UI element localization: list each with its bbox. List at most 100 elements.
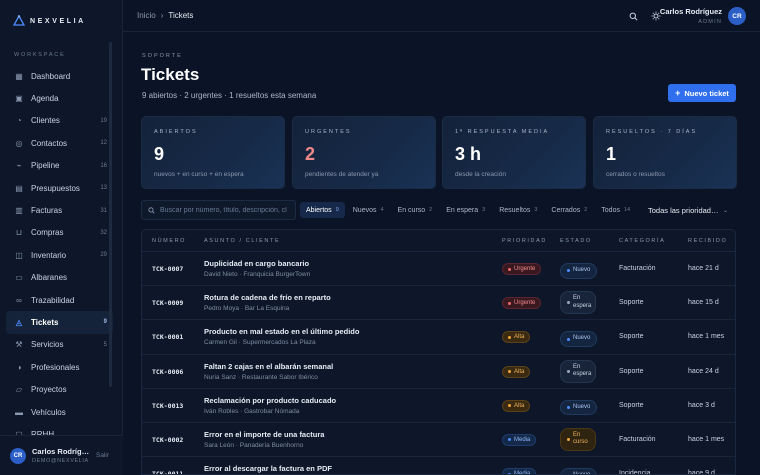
- table-row[interactable]: TCK-0002 Error en el importe de una factu…: [142, 423, 735, 458]
- stat-value: 2: [305, 144, 316, 164]
- stat-label: RESUELTOS · 7 DÍAS: [606, 129, 698, 135]
- sidebar-item-tickets[interactable]: ◬ Tickets 9: [6, 311, 113, 334]
- tab-resueltos[interactable]: Resueltos 3: [493, 202, 543, 218]
- ticket-received: hace 3 d: [688, 401, 715, 409]
- ticket-subject[interactable]: Error al descargar la factura en PDF: [204, 464, 494, 473]
- sidebar-scrollbar[interactable]: [109, 42, 112, 387]
- col-header-priority[interactable]: PRIORIDAD: [502, 238, 547, 244]
- status-cell: En curso: [560, 427, 596, 451]
- ticket-number[interactable]: TCK-0002: [152, 436, 183, 444]
- search-icon: [148, 206, 155, 214]
- ticket-number[interactable]: TCK-0007: [152, 265, 183, 273]
- priority-select[interactable]: Todas las prioridad… ⌄: [642, 200, 736, 220]
- tab-en-curso[interactable]: En curso 2: [392, 202, 439, 218]
- sidebar-item-dashboard[interactable]: ▦ Dashboard: [6, 65, 113, 87]
- stat-value: 3 h: [455, 144, 482, 164]
- user-icon: ◔: [16, 116, 22, 126]
- logout-button[interactable]: Salir: [96, 452, 109, 459]
- priority-cell: Media: [502, 433, 537, 446]
- table-row[interactable]: TCK-0009 Rotura de cadena de frío en repa…: [142, 286, 735, 321]
- tab-en-espera[interactable]: En espera 3: [440, 202, 491, 218]
- sidebar-item-proyectos[interactable]: ▱ Proyectos: [6, 378, 113, 400]
- sidebar-item-facturas[interactable]: ▥ Facturas 31: [6, 199, 113, 221]
- sidebar-item-label: Proyectos: [31, 385, 67, 395]
- col-header-status[interactable]: ESTADO: [560, 238, 592, 244]
- ticket-subject[interactable]: Reclamación por producto caducado: [204, 396, 494, 405]
- tab-cerrados[interactable]: Cerrados 2: [545, 202, 593, 218]
- ticket-subject[interactable]: Duplicidad en cargo bancario: [204, 259, 494, 268]
- breadcrumb: Inicio › Tickets: [137, 11, 193, 20]
- sidebar: NEXVELIA WORKSPACE ▦ Dashboard ▣ Agenda ◔ Cli…: [0, 0, 123, 475]
- sidebar-item-count: 16: [100, 162, 107, 169]
- box-icon: ◫: [15, 250, 23, 260]
- ticket-number[interactable]: TCK-0001: [152, 333, 183, 341]
- tab-todos[interactable]: Todos 14: [595, 202, 636, 218]
- chevron-down-icon: ⌄: [722, 207, 728, 214]
- search-icon[interactable]: [626, 9, 640, 23]
- status-badge: En curso: [560, 427, 596, 451]
- sidebar-item-contactos[interactable]: ◎ Contactos 12: [6, 132, 113, 154]
- sidebar-item-clientes[interactable]: ◔ Clientes 19: [6, 110, 113, 132]
- priority-label: Urgente: [514, 300, 536, 307]
- table-row[interactable]: TCK-0001 Producto en mal estado en el últ…: [142, 320, 735, 355]
- ticket-number[interactable]: TCK-0006: [152, 368, 183, 376]
- brand[interactable]: NEXVELIA: [12, 14, 86, 28]
- ticket-subject[interactable]: Faltan 2 cajas en el albarán semanal: [204, 362, 494, 371]
- sidebar-item-label: Tickets: [31, 317, 59, 327]
- stat-card: ABIERTOS 9 nuevos + en curso + en espera: [141, 116, 285, 189]
- status-badge: En espera: [560, 359, 596, 383]
- ticket-client: Carmen Gil · Supermercados La Plaza: [204, 339, 316, 347]
- avatar[interactable]: CR: [728, 7, 746, 25]
- stat-card: URGENTES 2 pendientes de atender ya: [292, 116, 436, 189]
- sidebar-item-label: Presupuestos: [31, 183, 80, 193]
- sidebar-item-agenda[interactable]: ▣ Agenda: [6, 87, 113, 109]
- sidebar-item-trazabilidad[interactable]: ∞ Trazabilidad: [6, 289, 113, 311]
- link-icon: ∞: [16, 295, 22, 305]
- sidebar-item-albaranes[interactable]: ▭ Albaranes: [6, 267, 113, 289]
- document-icon: ▤: [15, 183, 23, 193]
- col-header-received[interactable]: RECIBIDO: [688, 238, 727, 244]
- table-row[interactable]: TCK-0006 Faltan 2 cajas en el albarán sem…: [142, 355, 735, 389]
- sidebar-item-pipeline[interactable]: ⌁ Pipeline 16: [6, 155, 113, 177]
- ticket-client: Iván Robles · Gastrobar Nómada: [204, 407, 300, 415]
- search-input[interactable]: [160, 206, 290, 214]
- table-row[interactable]: TCK-0013 Reclamación por producto caducad…: [142, 389, 735, 423]
- sidebar-item-presupuestos[interactable]: ▤ Presupuestos 13: [6, 177, 113, 199]
- tab-abiertos[interactable]: Abiertos 9: [300, 202, 345, 218]
- ticket-subject[interactable]: Error en el importe de una factura: [204, 430, 494, 439]
- avatar[interactable]: CR: [10, 447, 26, 464]
- sidebar-item-profesionales[interactable]: ◑ Profesionales: [6, 356, 113, 378]
- breadcrumb-current: Tickets: [168, 11, 194, 20]
- breadcrumb-home[interactable]: Inicio: [137, 11, 156, 20]
- tab-count: 14: [623, 207, 631, 213]
- sidebar-item-compras[interactable]: ⊔ Compras 32: [6, 222, 113, 244]
- col-header-subject[interactable]: ASUNTO / CLIENTE: [204, 238, 280, 244]
- ticket-number[interactable]: TCK-0011: [152, 470, 183, 474]
- ticket-subject[interactable]: Producto en mal estado en el último pedi…: [204, 327, 494, 336]
- priority-badge: Alta: [502, 365, 531, 378]
- ticket-number[interactable]: TCK-0009: [152, 299, 183, 307]
- ticket-category: Soporte: [619, 299, 644, 307]
- ticket-subject[interactable]: Rotura de cadena de frío en reparto: [204, 293, 494, 302]
- sidebar-item-inventario[interactable]: ◫ Inventario 29: [6, 244, 113, 266]
- user-menu[interactable]: Carlos Rodríguez ADMIN: [660, 7, 722, 25]
- col-header-number[interactable]: NÚMERO: [152, 238, 186, 244]
- table-row[interactable]: TCK-0007 Duplicidad en cargo bancario Davi…: [142, 252, 735, 287]
- sidebar-item-count: 32: [100, 229, 107, 236]
- sidebar-item-vehiculos[interactable]: ▬ Vehículos: [6, 401, 113, 423]
- ticket-number[interactable]: TCK-0013: [152, 402, 183, 410]
- truck-icon: ▬: [15, 407, 23, 417]
- new-ticket-button[interactable]: + Nuevo ticket: [668, 84, 736, 102]
- sidebar-item-servicios[interactable]: ⚒ Servicios 5: [6, 334, 113, 356]
- priority-dot-icon: [508, 267, 511, 271]
- search-field[interactable]: [141, 200, 296, 220]
- sidebar-item-label: Contactos: [31, 138, 68, 148]
- table-row[interactable]: TCK-0011 Error al descargar la factura en…: [142, 457, 735, 474]
- col-header-category[interactable]: CATEGORÍA: [619, 238, 665, 244]
- priority-select-value: Todas las prioridad…: [648, 205, 719, 215]
- ticket-subject-cell: Faltan 2 cajas en el albarán semanal Nuri…: [204, 362, 494, 381]
- sidebar-footer: CR Carlos Rodríguez DEMO@NEXVELIA Salir: [0, 435, 123, 475]
- priority-cell: Alta: [502, 365, 531, 378]
- tab-nuevos[interactable]: Nuevos 4: [347, 202, 390, 218]
- stat-label: URGENTES: [305, 129, 352, 135]
